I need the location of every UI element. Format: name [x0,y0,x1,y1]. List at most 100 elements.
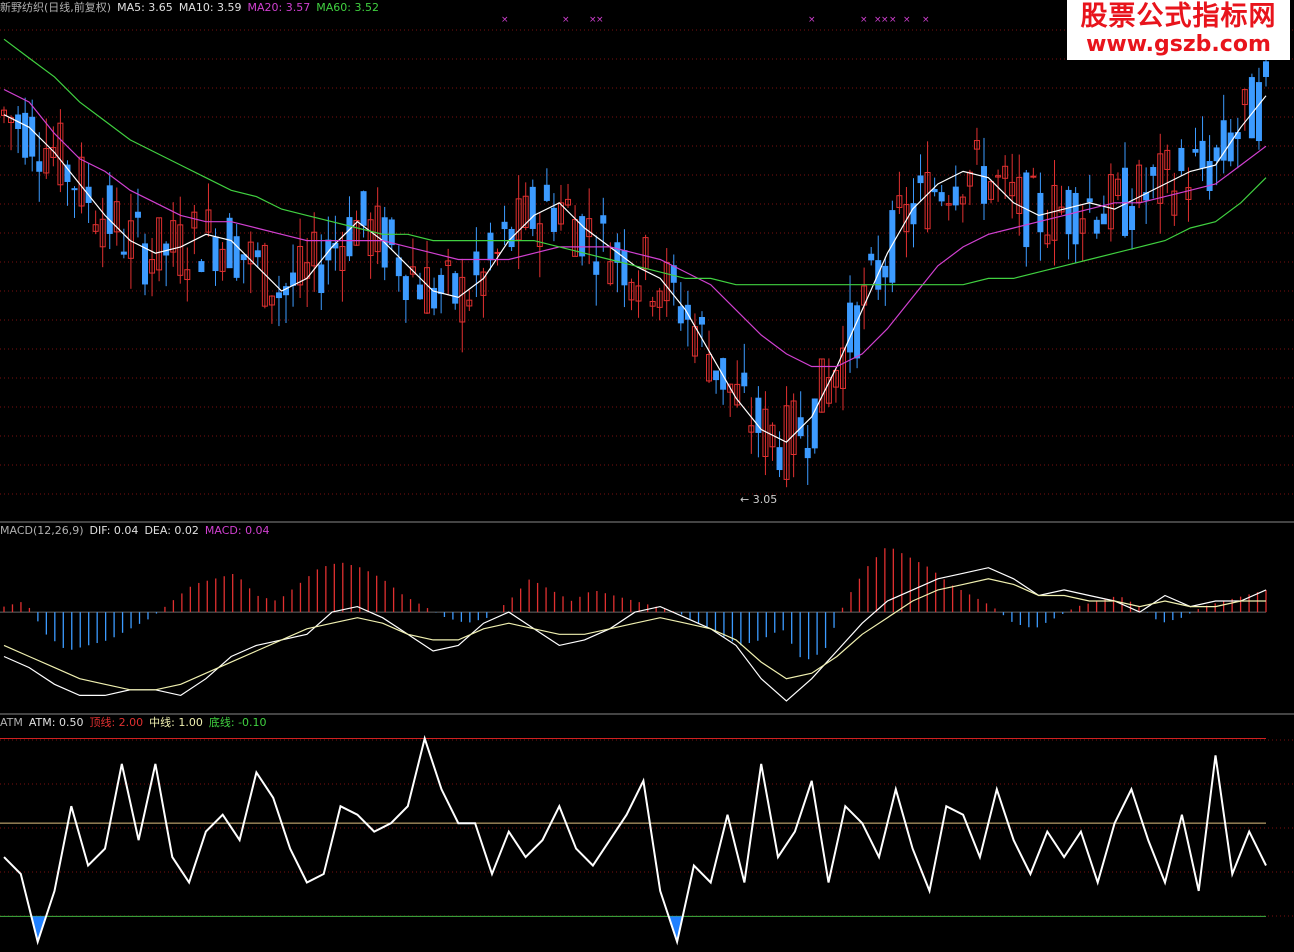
ma20-value: MA20: 3.57 [247,1,311,14]
candle-body [1199,140,1206,169]
candle-body [1100,213,1107,225]
macd-value: MACD: 0.04 [204,524,270,537]
candle-body [501,221,508,230]
candlestick-series [1,58,1269,488]
candle-body [550,207,557,232]
candle-body [593,261,600,275]
candle-body [1220,120,1227,161]
dif-line [3,567,1267,702]
candle-body [889,210,896,283]
low-price-label: ← 3.05 [740,493,777,506]
candle-body [670,265,677,283]
candle-body [1150,167,1157,176]
candle-body [494,251,501,254]
ma10-value: MA10: 3.59 [178,1,242,14]
top-line-value: 顶线: 2.00 [89,716,144,729]
candle-body [529,186,536,229]
ma60-value: MA60: 3.52 [316,1,379,14]
candle-body [1248,77,1255,139]
mid-line-value: 中线: 1.00 [149,716,203,729]
candle-body [720,358,727,390]
price-grid [0,29,1294,495]
candle-body [579,216,586,257]
candle-body [452,273,459,304]
candle-body [1255,82,1262,142]
candle-body [931,189,938,193]
signal-marker: × [596,15,604,25]
candle-body [388,219,395,246]
candle-body [1192,149,1199,153]
candle-body [854,305,861,359]
candle-body [106,185,113,234]
stock-chart-canvas[interactable]: × × × × × × × × × × × ← 3.05 [0,0,1294,952]
candle-body [1030,175,1037,178]
candle-body [1213,147,1220,162]
atm-panel [0,734,1294,946]
signal-marker: × [860,15,868,25]
candle-body [198,261,205,273]
candle-body [416,284,423,300]
candle-body [346,217,353,257]
candle-body [776,447,783,471]
ma5-line [3,95,1267,443]
candle-body [741,372,748,387]
candle-body [621,250,628,286]
bottom-line-value: 底线: -0.10 [208,716,267,729]
signal-marker: × [808,15,816,25]
candle-body [36,161,43,172]
signal-marker: × [881,15,889,25]
candle-body [134,211,141,218]
candle-body [64,164,71,182]
candle-body [360,191,367,226]
atm-line [3,734,1267,946]
candle-body [487,232,494,261]
candle-body [22,112,29,158]
watermark-logo: 股票公式指标网 www.gszb.com [1067,0,1290,60]
candle-body [1129,206,1136,231]
dea-value: DEA: 0.02 [144,524,199,537]
candle-body [438,274,445,295]
ma60-line [3,38,1267,286]
candle-body [1178,147,1185,172]
atm-title: ATM [0,716,23,729]
candle-body [142,243,149,285]
candle-body [226,217,233,269]
candle-body [868,253,875,261]
candle-body [882,265,889,278]
candle-body [917,175,924,184]
atm-header: ATM ATM: 0.50 顶线: 2.00 中线: 1.00 底线: -0.10 [0,716,273,730]
candle-body [290,272,297,286]
signal-marker: × [562,15,570,25]
candle-body [804,447,811,459]
candle-body [938,192,945,202]
candle-body [543,184,550,201]
signal-marker: × [903,15,911,25]
candle-body [120,251,127,255]
candle-body [29,116,36,157]
ma5-value: MA5: 3.65 [117,1,173,14]
candle-body [1086,198,1093,203]
candle-body [1121,167,1128,236]
watermark-url: www.gszb.com [1086,32,1271,57]
candle-body [1072,192,1079,245]
candle-body [1037,192,1044,233]
candle-body [1227,132,1234,162]
macd-title: MACD(12,26,9) [0,524,84,537]
candle-body [1263,61,1269,77]
candle-body [600,215,607,224]
candle-body [847,302,854,353]
candle-body [254,250,261,258]
dif-value: DIF: 0.04 [89,524,139,537]
candle-body [698,317,705,325]
candle-body [233,236,240,278]
macd-header: MACD(12,26,9) DIF: 0.04 DEA: 0.02 MACD: 0.0… [0,524,276,538]
signal-marker: × [922,15,930,25]
watermark-title: 股票公式指标网 [1080,1,1277,32]
candle-body [980,166,987,204]
candle-body [952,186,959,206]
macd-panel [0,548,1267,702]
signal-marker: × [501,15,509,25]
candle-body [677,306,684,324]
candle-body [473,251,480,276]
candle-body [71,188,78,191]
